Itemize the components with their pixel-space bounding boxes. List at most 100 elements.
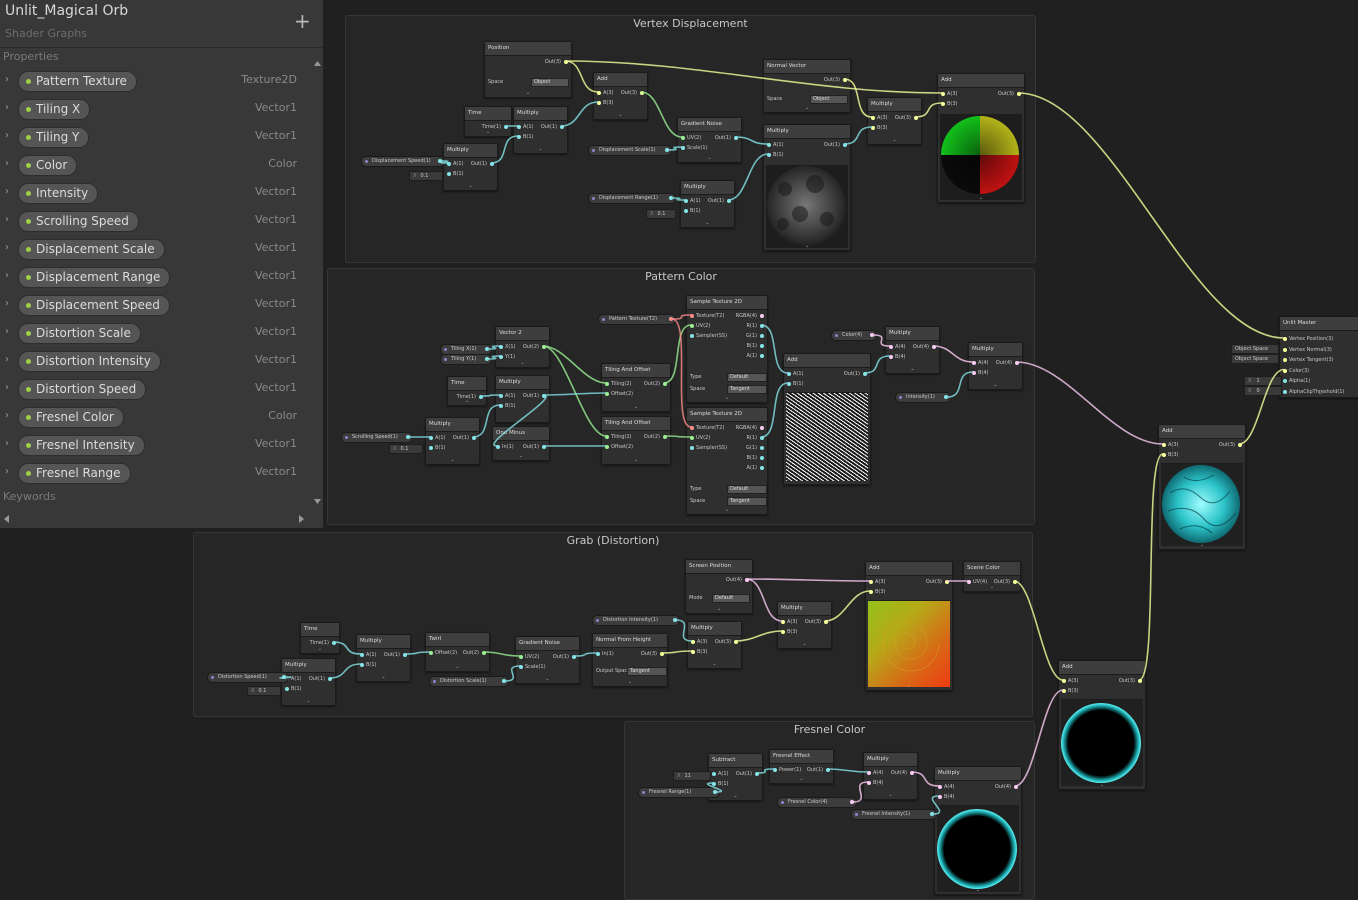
node-normal_height[interactable]: Normal From Height In(1) Out(3) Output Spac… bbox=[592, 633, 668, 687]
collapse-chevron-icon[interactable]: ⌄ bbox=[545, 676, 549, 682]
expand-arrow-icon[interactable]: › bbox=[5, 214, 9, 225]
output-port-icon[interactable] bbox=[843, 143, 847, 147]
output-port-icon[interactable] bbox=[727, 199, 731, 203]
output-port-icon[interactable] bbox=[760, 314, 764, 318]
node-add_final[interactable]: Add A(3) B(3) Out(3) ⌄ bbox=[1058, 660, 1146, 790]
collapse-chevron-icon[interactable]: ⌄ bbox=[520, 360, 524, 366]
output-port-icon[interactable] bbox=[1014, 785, 1018, 789]
input-port-icon[interactable] bbox=[1283, 358, 1287, 362]
input-port-icon[interactable] bbox=[871, 116, 875, 120]
input-port-icon[interactable] bbox=[869, 590, 873, 594]
property-row[interactable]: › Tiling X Vector1 bbox=[0, 98, 312, 122]
expand-arrow-icon[interactable]: › bbox=[5, 326, 9, 337]
input-port-icon[interactable] bbox=[605, 392, 609, 396]
output-port-icon[interactable] bbox=[665, 148, 669, 152]
output-port-icon[interactable] bbox=[930, 812, 934, 816]
collapse-chevron-icon[interactable]: ⌄ bbox=[450, 457, 454, 463]
collapse-chevron-icon[interactable]: ⌄ bbox=[910, 366, 914, 372]
output-port-icon[interactable] bbox=[564, 60, 568, 64]
input-port-icon[interactable] bbox=[1283, 389, 1287, 394]
property-row[interactable]: › Fresnel Intensity Vector1 bbox=[0, 434, 312, 458]
input-port-icon[interactable] bbox=[360, 653, 364, 657]
output-port-icon[interactable] bbox=[504, 125, 508, 129]
input-port-icon[interactable] bbox=[499, 394, 503, 398]
output-port-icon[interactable] bbox=[760, 426, 764, 430]
node-sample1[interactable]: Sample Texture 2D Texture(T2) UV(2) Sampler… bbox=[686, 295, 768, 403]
collapse-chevron-icon[interactable]: ⌄ bbox=[628, 679, 632, 685]
property-name[interactable]: Displacement Range bbox=[18, 267, 171, 288]
input-port-icon[interactable] bbox=[1283, 337, 1287, 341]
input-port-icon[interactable] bbox=[972, 371, 976, 375]
node-time3[interactable]: Time Time(1) ⌄ bbox=[300, 622, 340, 654]
input-port-icon[interactable] bbox=[681, 146, 685, 150]
expand-arrow-icon[interactable]: › bbox=[5, 102, 9, 113]
vertical-scrollbar[interactable] bbox=[313, 60, 322, 505]
input-port-icon[interactable] bbox=[447, 162, 451, 166]
expand-arrow-icon[interactable]: › bbox=[5, 186, 9, 197]
dropdown-select[interactable]: Tangent bbox=[627, 667, 667, 676]
input-port-icon[interactable] bbox=[1162, 443, 1166, 447]
expand-arrow-icon[interactable]: › bbox=[5, 298, 9, 309]
collapse-chevron-icon[interactable]: ⌄ bbox=[1100, 782, 1104, 788]
output-port-icon[interactable] bbox=[1238, 443, 1242, 447]
input-port-icon[interactable] bbox=[499, 345, 503, 349]
value-field[interactable]: X 0.1 bbox=[247, 686, 281, 696]
collapse-chevron-icon[interactable]: ⌄ bbox=[802, 641, 806, 647]
input-port-icon[interactable] bbox=[596, 652, 600, 656]
output-port-icon[interactable] bbox=[485, 347, 489, 351]
node-add_grab[interactable]: Add A(3) B(3) Out(3) ⌄ bbox=[865, 561, 953, 691]
property-node-fresnel_color[interactable]: Fresnel Color(4) bbox=[777, 797, 857, 808]
output-port-icon[interactable] bbox=[332, 641, 336, 645]
input-port-icon[interactable] bbox=[938, 785, 942, 789]
input-port-icon[interactable] bbox=[429, 651, 433, 655]
output-port-icon[interactable] bbox=[760, 354, 764, 358]
property-name[interactable]: Tiling X bbox=[18, 99, 91, 120]
value-field[interactable]: X 0.1 bbox=[389, 444, 423, 454]
output-port-icon[interactable] bbox=[745, 578, 749, 582]
property-name[interactable]: Distortion Speed bbox=[18, 379, 147, 400]
collapse-chevron-icon[interactable]: ⌄ bbox=[707, 155, 711, 161]
node-mul_scroll[interactable]: Multiply A(1) B(1) Out(1) ⌄ bbox=[425, 417, 480, 465]
input-port-icon[interactable] bbox=[787, 382, 791, 386]
output-port-icon[interactable] bbox=[713, 790, 717, 794]
property-name[interactable]: Color bbox=[18, 155, 78, 176]
input-port-icon[interactable] bbox=[597, 101, 601, 105]
input-port-icon[interactable] bbox=[889, 355, 893, 359]
input-port-icon[interactable] bbox=[972, 361, 976, 365]
property-node-intensity[interactable]: Intensity(1) bbox=[895, 392, 951, 403]
output-port-icon[interactable] bbox=[660, 652, 664, 656]
dropdown-select[interactable]: Default bbox=[712, 594, 750, 603]
output-port-icon[interactable] bbox=[843, 78, 847, 82]
dropdown-select[interactable]: Object bbox=[810, 95, 848, 104]
output-port-icon[interactable] bbox=[542, 394, 546, 398]
node-tiling2[interactable]: Tiling And Offset Tiling(2) Offset(2) Out(2… bbox=[601, 416, 671, 465]
collapse-chevron-icon[interactable]: ⌄ bbox=[976, 887, 980, 893]
input-port-icon[interactable] bbox=[429, 446, 433, 450]
property-node-fresnel_range[interactable]: Fresnel Range(1) bbox=[638, 787, 720, 798]
output-port-icon[interactable] bbox=[572, 655, 576, 659]
collapse-chevron-icon[interactable]: ⌄ bbox=[725, 395, 729, 401]
input-port-icon[interactable] bbox=[871, 126, 875, 130]
output-port-icon[interactable] bbox=[282, 675, 286, 679]
output-port-icon[interactable] bbox=[328, 677, 332, 681]
space-field[interactable]: Object Space bbox=[1231, 354, 1279, 364]
output-port-icon[interactable] bbox=[502, 679, 506, 683]
property-row[interactable]: › Distortion Scale Vector1 bbox=[0, 322, 312, 346]
input-port-icon[interactable] bbox=[605, 435, 609, 439]
value-field[interactable]: X 11 bbox=[673, 771, 711, 781]
output-port-icon[interactable] bbox=[945, 580, 949, 584]
property-row[interactable]: › Displacement Scale Vector1 bbox=[0, 238, 312, 262]
output-port-icon[interactable] bbox=[1015, 361, 1019, 365]
node-mul_fint[interactable]: Multiply A(4) B(4) Out(4) ⌄ bbox=[934, 766, 1022, 895]
output-port-icon[interactable] bbox=[850, 800, 854, 804]
output-port-icon[interactable] bbox=[755, 772, 759, 776]
collapse-chevron-icon[interactable]: ⌄ bbox=[465, 398, 469, 404]
output-port-icon[interactable] bbox=[669, 196, 673, 200]
property-row[interactable]: › Displacement Speed Vector1 bbox=[0, 294, 312, 318]
collapse-chevron-icon[interactable]: ⌄ bbox=[907, 683, 911, 689]
node-mul_screen[interactable]: Multiply A(3) B(3) Out(3) ⌄ bbox=[777, 601, 832, 649]
property-node-fresnel_intensity[interactable]: Fresnel Intensity(1) bbox=[851, 809, 937, 820]
input-port-icon[interactable] bbox=[447, 172, 451, 176]
property-row[interactable]: › Fresnel Range Vector1 bbox=[0, 462, 312, 486]
collapse-chevron-icon[interactable]: ⌄ bbox=[705, 220, 709, 226]
